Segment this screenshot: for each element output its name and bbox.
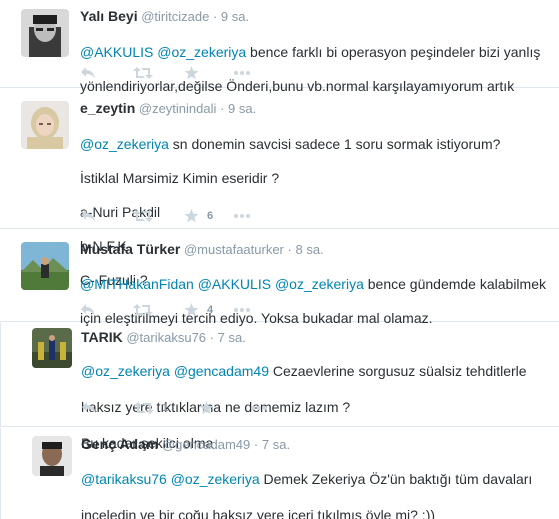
tweet-actions: 1 (81, 398, 267, 418)
retweet-button[interactable] (133, 63, 153, 83)
retweet-icon (133, 303, 153, 317)
favorite-button[interactable]: 4 (184, 300, 213, 320)
reply-button[interactable] (80, 206, 96, 226)
username[interactable]: @zeytinindali (139, 101, 217, 116)
mention-link[interactable]: @oz_zekeriya (81, 363, 170, 379)
favorite-button[interactable] (184, 63, 199, 83)
more-icon (234, 214, 250, 218)
tweet[interactable]: Mustafa Türker @mustafaaturker · 8 sa. @… (0, 230, 559, 326)
timestamp[interactable]: 7 sa. (218, 330, 246, 345)
separator: · (287, 242, 292, 257)
favorite-icon (184, 209, 199, 223)
favorite-count: 4 (207, 304, 214, 316)
timestamp[interactable]: 9 sa. (221, 9, 249, 24)
display-name[interactable]: e_zeytin (80, 100, 135, 116)
display-name[interactable]: Mustafa Türker (80, 241, 180, 257)
avatar[interactable] (21, 242, 69, 290)
more-button[interactable] (234, 206, 250, 226)
timestamp[interactable]: 7 sa. (262, 437, 290, 452)
reply-icon (81, 401, 97, 415)
mention-link[interactable]: @oz_zekeriya (275, 276, 364, 292)
mention-link[interactable]: @oz_zekeriya (157, 44, 246, 60)
favorite-button[interactable] (199, 398, 214, 418)
more-icon (234, 308, 250, 312)
mention-link[interactable]: @oz_zekeriya (171, 471, 260, 487)
mention-link[interactable]: @gencadam49 (174, 363, 269, 379)
mention-link[interactable]: @AKKULIS (80, 44, 153, 60)
tweet[interactable]: TARIK @tarikaksu76 · 7 sa. @oz_zekeriya … (0, 323, 559, 451)
separator: · (209, 330, 215, 345)
avatar[interactable] (21, 9, 69, 57)
favorite-button[interactable]: 6 (184, 206, 213, 226)
mention-link[interactable]: @AKKULIS (198, 276, 271, 292)
retweet-icon (133, 66, 153, 80)
username[interactable]: @mustafaaturker (184, 242, 284, 257)
tweet-actions (80, 63, 260, 83)
mention-link[interactable]: @tarikaksu76 (81, 471, 167, 487)
tweet-text-line: İstiklal Marsimiz Kimin eseridir ? (80, 170, 280, 186)
tweet[interactable]: Yalı Beyi @tiritcizade · 9 sa. @AKKULIS … (0, 0, 559, 94)
tweet[interactable]: Genç Adam @gencadam49 · 7 sa. @tarikaksu… (0, 428, 559, 519)
retweet-button[interactable] (133, 206, 153, 226)
more-button[interactable] (234, 300, 250, 320)
more-button[interactable] (251, 398, 267, 418)
separator: · (212, 9, 218, 24)
separator: · (220, 101, 225, 116)
mention-link[interactable]: @oz_zekeriya (80, 136, 169, 152)
more-button[interactable] (234, 63, 250, 83)
favorite-icon (184, 66, 199, 80)
avatar[interactable] (21, 101, 69, 149)
tweet-text-line: inceledin ve bir çoğu haksız yere içeri … (81, 507, 436, 519)
favorite-icon (184, 303, 199, 317)
timestamp[interactable]: 8 sa. (295, 242, 323, 257)
favorite-count: 6 (207, 210, 214, 222)
retweet-icon (134, 401, 154, 415)
reply-icon (80, 66, 96, 80)
avatar[interactable] (32, 436, 72, 476)
tweet-actions: 6 (80, 206, 260, 226)
username[interactable]: @tiritcizade (141, 9, 209, 24)
display-name[interactable]: Yalı Beyi (80, 8, 138, 24)
retweet-count: 1 (162, 402, 169, 414)
reply-icon (80, 209, 96, 223)
reply-button[interactable] (81, 398, 97, 418)
timestamp[interactable]: 9 sa. (228, 101, 256, 116)
mention-link[interactable]: @MITHakanFidan (80, 276, 194, 292)
username[interactable]: @gencadam49 (162, 437, 250, 452)
tweet-actions: 4 (80, 300, 260, 320)
retweet-button[interactable]: 1 (134, 398, 168, 418)
favorite-icon (199, 401, 214, 415)
tweet-text: @tarikaksu76 @oz_zekeriya Demek Zekeriya… (81, 452, 532, 519)
tweet[interactable]: e_zeytin @zeytinindali · 9 sa. @oz_zeker… (0, 89, 559, 288)
more-icon (251, 406, 267, 410)
retweet-icon (133, 209, 153, 223)
separator: · (253, 437, 259, 452)
retweet-button[interactable] (133, 300, 153, 320)
reply-button[interactable] (80, 63, 96, 83)
reply-button[interactable] (80, 300, 96, 320)
display-name[interactable]: TARIK (81, 329, 123, 345)
more-icon (234, 71, 250, 75)
display-name[interactable]: Genç Adam (81, 436, 158, 452)
tweet-timeline: Yalı Beyi @tiritcizade · 9 sa. @AKKULIS … (0, 0, 559, 519)
reply-icon (80, 303, 96, 317)
avatar[interactable] (32, 328, 72, 368)
username[interactable]: @tarikaksu76 (126, 330, 206, 345)
